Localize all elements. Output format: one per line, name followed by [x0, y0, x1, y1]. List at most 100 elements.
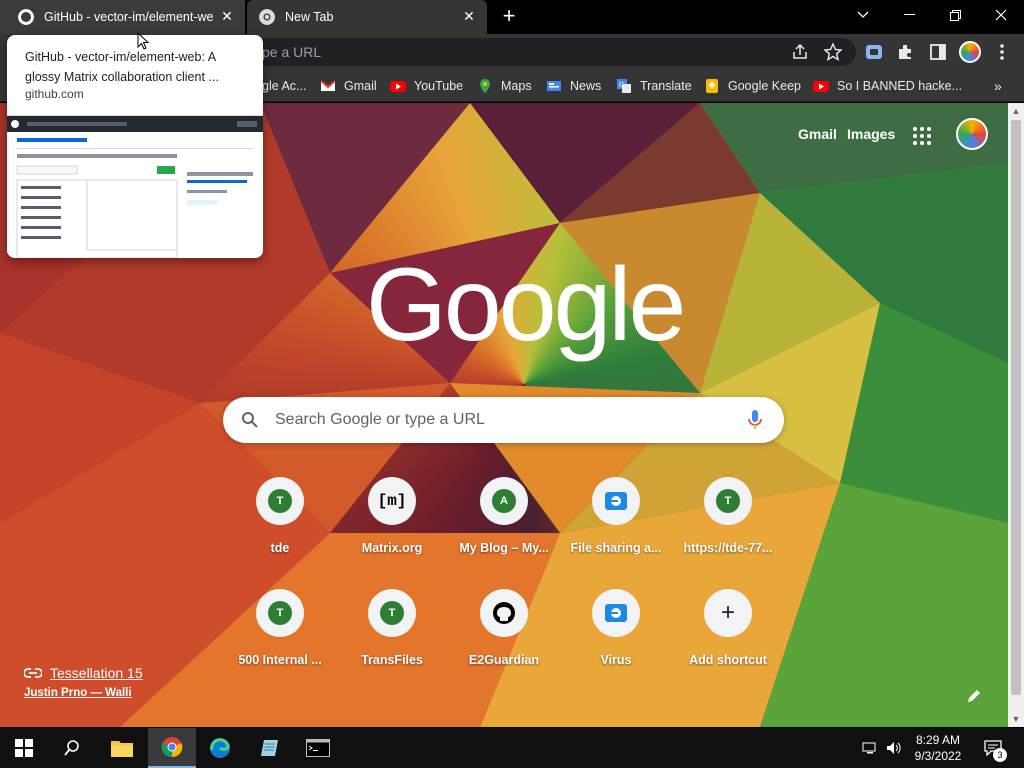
google-apps-icon[interactable] [912, 126, 932, 146]
shortcut-label: Add shortcut [689, 653, 767, 667]
bookmark-label: YouTube [414, 79, 464, 93]
omnibox-text: pe a URL [262, 44, 322, 60]
close-icon[interactable]: ✕ [219, 8, 235, 24]
bookmark-youtube-video[interactable]: So I BANNED hacke... [813, 70, 962, 102]
bookmark-label: Translate [640, 79, 692, 93]
virus-site-icon [592, 589, 640, 637]
shortcut-tile[interactable]: [m] Matrix.org [336, 477, 448, 577]
close-window-button[interactable] [978, 0, 1024, 30]
windows-logo-icon [15, 739, 33, 757]
attribution-author[interactable]: Justin Prno — Walli [24, 687, 143, 699]
side-panel-icon[interactable] [928, 42, 948, 62]
microphone-icon[interactable] [748, 410, 762, 430]
profile-avatar[interactable] [959, 41, 981, 63]
edge-taskbar-button[interactable] [196, 728, 244, 768]
bookmark-label: Gmail [344, 79, 377, 93]
chrome-taskbar-button[interactable] [148, 728, 196, 768]
shortcut-label: My Blog – My... [459, 541, 549, 555]
new-tab-button[interactable]: + [498, 5, 520, 28]
shortcut-tile[interactable]: T 500 Internal ... [224, 589, 336, 689]
windows-taskbar: 8:29 AM 9/3/2022 [0, 728, 1024, 768]
notepad-icon [261, 740, 278, 756]
bookmark-label: Maps [501, 79, 532, 93]
close-icon[interactable]: ✕ [461, 8, 477, 24]
shortcut-tile[interactable]: T https://tde-77... [672, 477, 784, 577]
menu-kebab-icon[interactable] [992, 42, 1012, 62]
svg-text:G: G [619, 82, 624, 89]
bookmark-translate[interactable]: G Translate [616, 70, 692, 102]
gmail-link[interactable]: Gmail [798, 126, 837, 142]
share-icon[interactable] [790, 42, 810, 62]
shortcut-label: Matrix.org [361, 541, 423, 555]
restore-button[interactable] [932, 0, 978, 30]
screencast-icon[interactable] [864, 42, 884, 62]
pencil-icon[interactable] [966, 688, 982, 704]
tab-title: New Tab [285, 10, 334, 24]
google-logo: Google [366, 247, 686, 363]
shortcut-tile[interactable]: Virus [560, 589, 672, 689]
bookmark-maps[interactable]: Maps [477, 70, 532, 102]
news-icon [547, 81, 561, 91]
system-clock[interactable]: 8:29 AM 9/3/2022 [908, 732, 968, 764]
bookmarks-overflow-icon[interactable]: » [994, 70, 1002, 102]
bookmark-label: So I BANNED hacke... [837, 79, 963, 93]
shortcut-label: Virus [600, 653, 632, 667]
tab-new-tab[interactable]: New Tab ✕ [247, 0, 487, 34]
link-icon [24, 668, 42, 678]
shortcut-tile[interactable]: T tde [224, 477, 336, 577]
notepad-taskbar-button[interactable] [246, 728, 294, 768]
account-avatar[interactable] [956, 118, 988, 150]
keep-icon [706, 79, 718, 93]
bookmark-google-keep[interactable]: Google Keep [704, 70, 801, 102]
bookmark-gmail[interactable]: Gmail [320, 70, 377, 102]
add-icon: + [704, 589, 752, 637]
scroll-down-arrow-icon[interactable]: ▼ [1008, 711, 1024, 727]
notification-count-badge: 3 [993, 748, 1007, 762]
bookmark-google-account[interactable]: gle Ac... [262, 70, 306, 102]
tab-github[interactable]: GitHub - vector-im/element-web ✕ [0, 0, 245, 34]
bookmark-youtube[interactable]: YouTube [390, 70, 463, 102]
bookmark-news[interactable]: News [546, 70, 601, 102]
background-attribution[interactable]: Tessellation 15 Justin Prno — Walli [24, 665, 143, 699]
extensions-icon[interactable] [896, 42, 916, 62]
hover-card-title: GitHub - vector-im/element-web: A glossy… [25, 50, 219, 84]
folder-icon [111, 741, 133, 757]
tab-strip: GitHub - vector-im/element-web ✕ New Tab… [0, 0, 1024, 34]
shortcut-tile[interactable]: A My Blog – My... [448, 477, 560, 577]
volume-icon[interactable] [882, 728, 906, 768]
hover-card-domain: github.com [25, 87, 84, 101]
taskbar-search-button[interactable] [48, 728, 96, 768]
clock-date: 9/3/2022 [914, 749, 962, 763]
images-link[interactable]: Images [847, 126, 895, 142]
maps-icon [480, 79, 490, 93]
shortcut-tile[interactable]: File sharing a... [560, 477, 672, 577]
matrix-icon: [m] [368, 477, 416, 525]
minimize-button[interactable] [886, 0, 932, 30]
add-shortcut-button[interactable]: + Add shortcut [672, 589, 784, 689]
search-icon [242, 412, 258, 428]
github-icon [480, 589, 528, 637]
bookmark-star-icon[interactable] [823, 42, 843, 62]
search-box[interactable] [223, 397, 784, 443]
terminal-icon [306, 739, 330, 757]
youtube-icon [390, 81, 406, 92]
shortcut-tile[interactable]: E2Guardian [448, 589, 560, 689]
bookmark-label: gle Ac... [262, 79, 307, 93]
shortcut-icon: T [256, 589, 304, 637]
attribution-title[interactable]: Tessellation 15 [50, 665, 143, 681]
shortcut-icon: T [256, 477, 304, 525]
search-input[interactable] [273, 397, 733, 443]
clock-time: 8:29 AM [915, 733, 961, 747]
scrollbar-thumb[interactable] [1011, 120, 1021, 695]
terminal-taskbar-button[interactable] [294, 728, 342, 768]
tab-search-icon[interactable] [840, 0, 886, 30]
scroll-up-arrow-icon[interactable]: ▲ [1008, 103, 1024, 119]
start-button[interactable] [0, 728, 48, 768]
shortcut-tile[interactable]: T TransFiles [336, 589, 448, 689]
file-explorer-button[interactable] [98, 728, 146, 768]
shortcut-label: tde [270, 541, 290, 555]
search-icon [64, 740, 79, 756]
omnibox[interactable]: pe a URL [250, 38, 856, 66]
github-icon [18, 9, 34, 25]
network-icon[interactable] [858, 728, 882, 768]
